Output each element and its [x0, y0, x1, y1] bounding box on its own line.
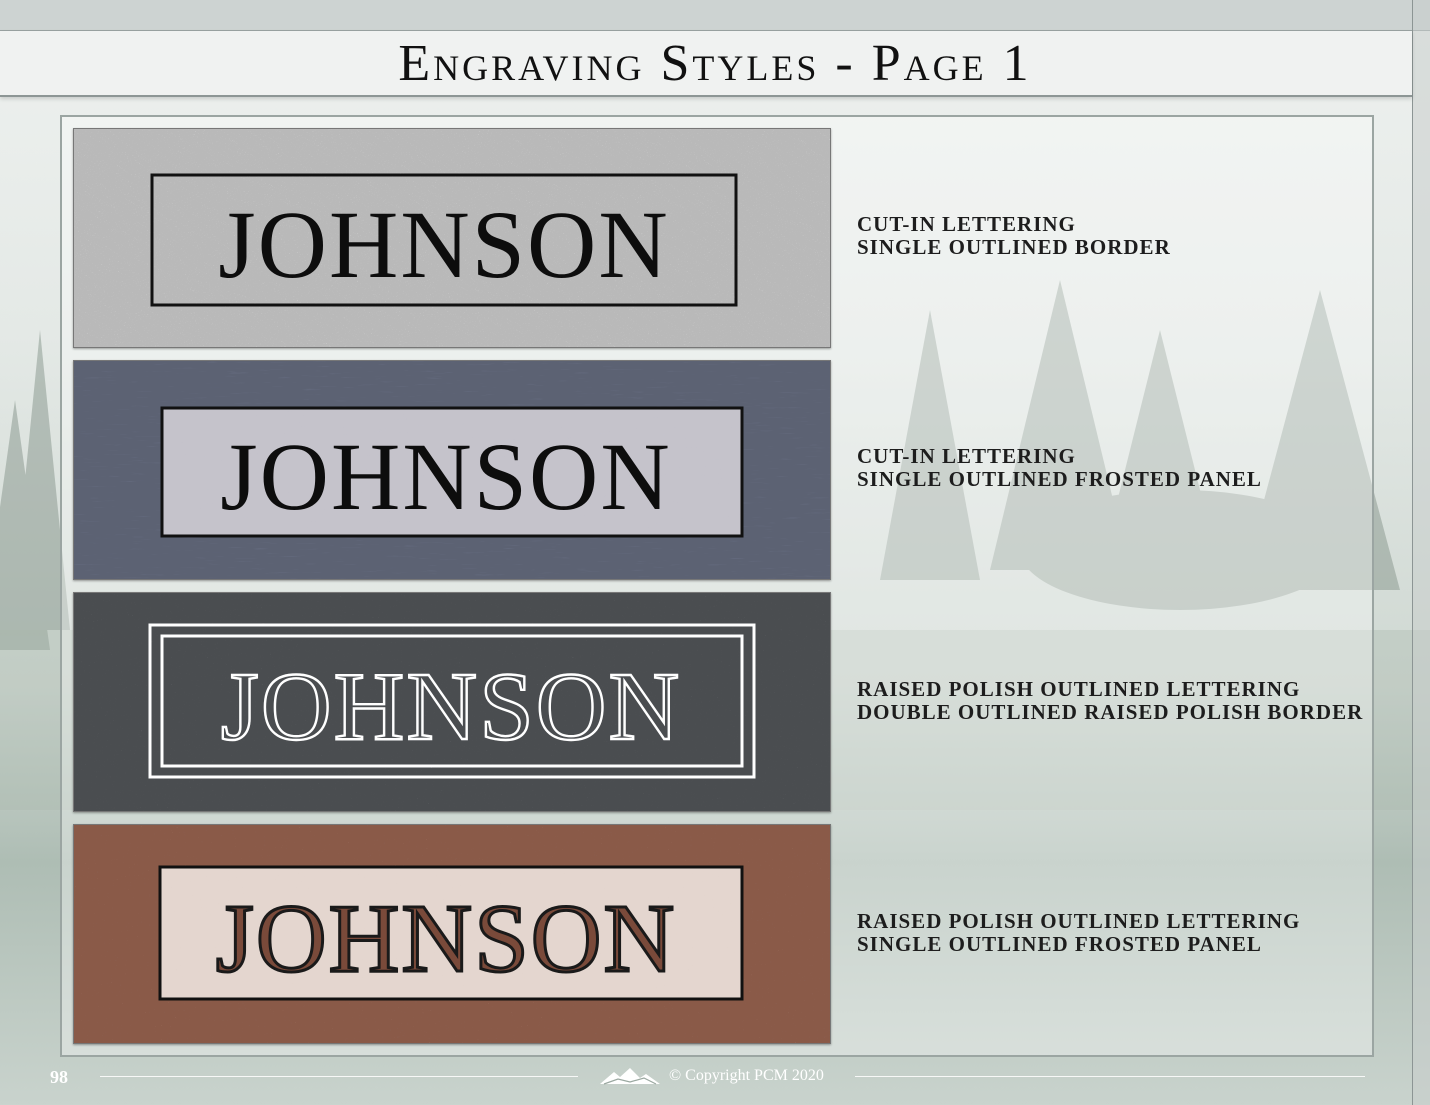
engraved-name: JOHNSON [220, 423, 671, 530]
footer-divider-right [855, 1076, 1365, 1077]
right-edge-bar [1412, 0, 1430, 1105]
style-label-line2: SINGLE OUTLINED BORDER [857, 235, 1171, 259]
style-label-line2: DOUBLE OUTLINED RAISED POLISH BORDER [857, 700, 1364, 724]
engraved-name: JOHNSON [218, 191, 669, 298]
style-label-line2: SINGLE OUTLINED FROSTED PANEL [857, 467, 1262, 491]
style-label-line1: CUT-IN LETTERING [857, 212, 1076, 236]
style-label-line1: CUT-IN LETTERING [857, 444, 1076, 468]
page-number: 98 [50, 1067, 68, 1087]
stone-sample-2: JOHNSON [73, 360, 831, 580]
top-strip [0, 0, 1430, 31]
page-title: Engraving Styles - Page 1 [398, 35, 1032, 92]
style-label-2: CUT-IN LETTERING SINGLE OUTLINED FROSTED… [857, 445, 1262, 491]
stone-sample-1: JOHNSON [73, 128, 831, 348]
style-label-line1: RAISED POLISH OUTLINED LETTERING [857, 909, 1301, 933]
style-label-line1: RAISED POLISH OUTLINED LETTERING [857, 677, 1301, 701]
style-label-4: RAISED POLISH OUTLINED LETTERING SINGLE … [857, 910, 1300, 956]
engraved-name: JOHNSON [216, 885, 677, 993]
copyright-text: © Copyright PCM 2020 [669, 1067, 824, 1084]
style-label-3: RAISED POLISH OUTLINED LETTERING DOUBLE … [857, 678, 1363, 724]
stone-sample-3: JOHNSON [73, 592, 831, 812]
style-label-1: CUT-IN LETTERING SINGLE OUTLINED BORDER [857, 213, 1171, 259]
footer-divider-left [100, 1076, 578, 1077]
mountain-logo-icon [600, 1068, 660, 1085]
style-label-line2: SINGLE OUTLINED FROSTED PANEL [857, 932, 1262, 956]
engraved-name: JOHNSON [221, 653, 682, 761]
stone-sample-4: JOHNSON [73, 824, 831, 1044]
